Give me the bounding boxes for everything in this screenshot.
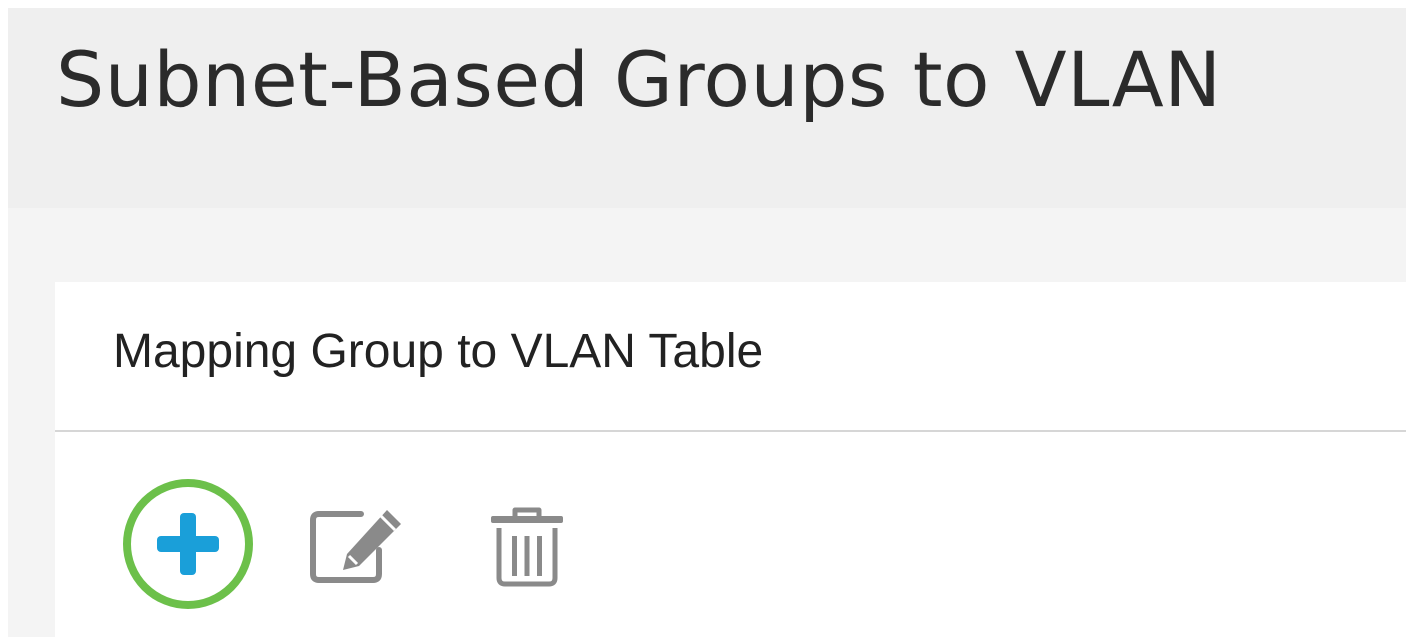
table-divider [55,430,1406,432]
add-button[interactable] [123,479,253,609]
edit-icon [310,510,401,583]
page-title: Subnet-Based Groups to VLAN [56,35,1222,124]
delete-button[interactable] [487,506,567,588]
table-title: Mapping Group to VLAN Table [113,325,764,378]
plus-icon [151,507,225,581]
trash-icon [491,507,563,587]
mapping-table-card: Mapping Group to VLAN Table [55,282,1406,637]
edit-button[interactable] [309,506,405,586]
page-header: Subnet-Based Groups to VLAN [8,8,1406,208]
